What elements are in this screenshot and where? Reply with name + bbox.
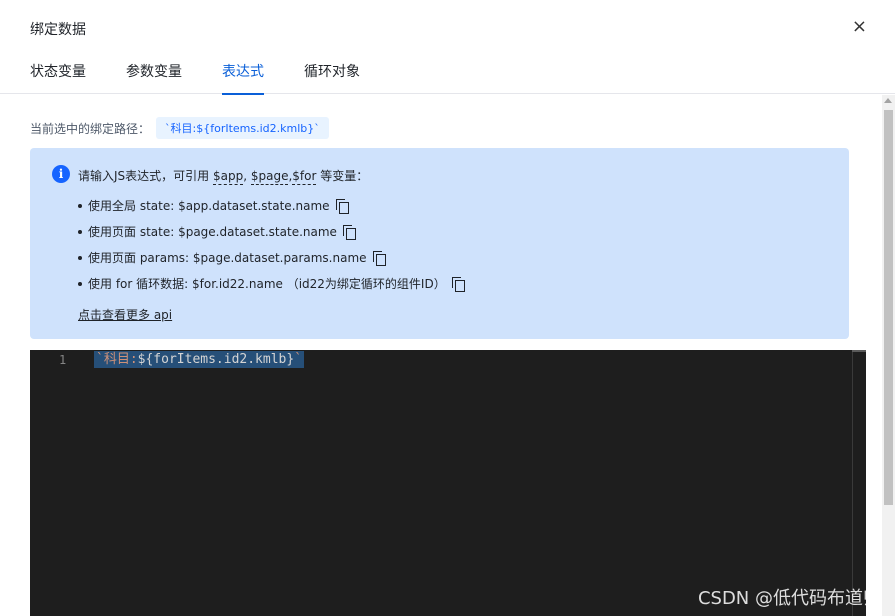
tab-loop-object[interactable]: 循环对象 (304, 61, 360, 94)
sep-1: , (243, 169, 251, 183)
bullet-dot (78, 229, 82, 234)
list-item: 使用页面 params: $page.dataset.params.name (78, 249, 386, 266)
intro-prefix: 请输入JS表达式，可引用 (78, 169, 213, 183)
bullet-dot (78, 203, 82, 208)
editor-scrollbar[interactable] (852, 350, 866, 616)
copy-icon[interactable] (335, 198, 349, 214)
var-app: $app (212, 169, 244, 185)
bullet-dot (78, 281, 82, 286)
binding-path-tag: `科目:${forItems.id2.kmlb}` (156, 117, 329, 139)
var-for: $for (292, 169, 317, 185)
code-string: 科目: (103, 352, 138, 367)
bullet-text: 使用全局 state: $app.dataset.state.name (88, 199, 330, 213)
list-item: 使用页面 state: $page.dataset.state.name (78, 223, 356, 240)
bullet-text: 使用页面 state: $page.dataset.state.name (88, 225, 337, 239)
dialog-title: 绑定数据 (30, 22, 86, 38)
tab-state-variables[interactable]: 状态变量 (30, 61, 86, 94)
info-icon: i (52, 165, 70, 183)
close-icon[interactable]: × (852, 18, 867, 36)
code-editor[interactable]: 1 `科目:${forItems.id2.kmlb}` (30, 350, 866, 616)
scroll-up-arrow-icon[interactable] (884, 98, 892, 103)
bullet-dot (78, 255, 82, 260)
editor-overview-ruler (852, 350, 866, 352)
info-intro: 请输入JS表达式，可引用 $app, $page,$for 等变量： (78, 167, 369, 185)
var-page: $page (250, 169, 289, 185)
list-item: 使用 for 循环数据: $for.id22.name （id22为绑定循环的组… (78, 275, 465, 292)
bullet-text: 使用 for 循环数据: $for.id22.name （id22为绑定循环的组… (88, 277, 446, 291)
panel-scroll-thumb[interactable] (884, 110, 893, 505)
info-box: i 请输入JS表达式，可引用 $app, $page,$for 等变量： 使用全… (30, 148, 849, 339)
tab-bar: 状态变量 参数变量 表达式 循环对象 (0, 55, 895, 95)
code-line[interactable]: `科目:${forItems.id2.kmlb}` (94, 351, 305, 368)
copy-icon[interactable] (451, 276, 465, 292)
copy-icon[interactable] (342, 224, 356, 240)
tab-expression[interactable]: 表达式 (222, 61, 264, 95)
tab-param-variables[interactable]: 参数变量 (126, 61, 182, 94)
intro-suffix: 等变量： (316, 169, 369, 183)
watermark: CSDN @低代码布道师 (697, 588, 881, 609)
code-backtick-close: ` (294, 352, 303, 367)
binding-path-row: 当前选中的绑定路径： `科目:${forItems.id2.kmlb}` (30, 117, 329, 139)
copy-icon[interactable] (372, 250, 386, 266)
bullet-text: 使用页面 params: $page.dataset.params.name (88, 251, 367, 265)
list-item: 使用全局 state: $app.dataset.state.name (78, 197, 349, 214)
binding-path-label: 当前选中的绑定路径： (30, 121, 151, 136)
code-expression: ${forItems.id2.kmlb} (137, 352, 295, 367)
dialog-header: 绑定数据 × (0, 0, 895, 55)
more-api-link[interactable]: 点击查看更多 api (78, 306, 172, 323)
code-backtick-open: ` (96, 352, 104, 367)
line-number: 1 (59, 353, 67, 367)
